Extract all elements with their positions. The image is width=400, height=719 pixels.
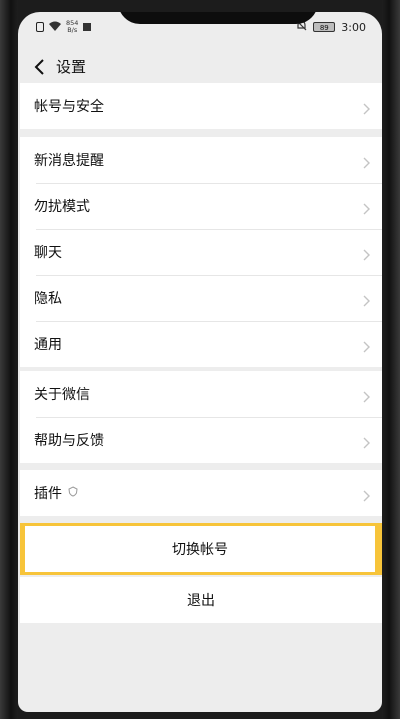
chevron-right-icon xyxy=(363,434,370,449)
chevron-right-icon xyxy=(363,292,370,307)
settings-item-about-wechat[interactable]: 关于微信 xyxy=(20,371,382,417)
chevron-right-icon xyxy=(363,487,370,502)
sim-card-icon xyxy=(36,22,44,32)
settings-item-chat[interactable]: 聊天 xyxy=(20,229,382,275)
chevron-right-icon xyxy=(363,200,370,215)
navigation-bar: 设置 xyxy=(18,52,382,82)
page-title: 设置 xyxy=(56,58,87,76)
settings-item-help-feedback[interactable]: 帮助与反馈 xyxy=(20,417,382,463)
settings-item-account-security[interactable]: 帐号与安全 xyxy=(20,83,382,129)
settings-item-new-message-alerts[interactable]: 新消息提醒 xyxy=(20,137,382,183)
back-arrow-icon[interactable] xyxy=(32,58,48,76)
network-speed-unit: B/s xyxy=(67,26,78,34)
network-speed: 854 B/s xyxy=(66,20,78,34)
settings-item-label: 关于微信 xyxy=(34,387,90,403)
chevron-right-icon xyxy=(363,100,370,115)
settings-item-label: 通用 xyxy=(34,337,62,353)
settings-group-general: 新消息提醒 勿扰模式 聊天 隐私 通用 xyxy=(20,137,382,367)
settings-item-label: 帐号与安全 xyxy=(34,99,104,115)
settings-item-privacy[interactable]: 隐私 xyxy=(20,275,382,321)
chevron-right-icon xyxy=(363,338,370,353)
chevron-right-icon xyxy=(363,246,370,261)
device-bezel-right xyxy=(382,0,400,719)
camera-notch xyxy=(118,12,318,24)
battery-icon: 89 xyxy=(313,22,336,32)
settings-item-label: 帮助与反馈 xyxy=(34,433,104,449)
wifi-icon xyxy=(49,21,61,33)
settings-item-general[interactable]: 通用 xyxy=(20,321,382,367)
shield-icon xyxy=(68,486,78,500)
settings-item-label: 聊天 xyxy=(34,245,62,261)
device-bezel-left xyxy=(0,0,18,719)
settings-group-about: 关于微信 帮助与反馈 xyxy=(20,371,382,463)
settings-item-label: 隐私 xyxy=(34,291,62,307)
settings-group-account: 帐号与安全 xyxy=(20,83,382,129)
settings-item-label: 勿扰模式 xyxy=(34,199,90,215)
chevron-right-icon xyxy=(363,388,370,403)
switch-account-highlight: 切换帐号 xyxy=(20,523,382,575)
settings-item-label: 新消息提醒 xyxy=(34,153,104,169)
switch-account-button[interactable]: 切换帐号 xyxy=(25,526,375,572)
settings-item-do-not-disturb[interactable]: 勿扰模式 xyxy=(20,183,382,229)
logout-button[interactable]: 退出 xyxy=(20,577,382,623)
notification-square-icon xyxy=(83,23,92,31)
status-time: 3:00 xyxy=(341,20,366,34)
settings-item-label: 插件 xyxy=(34,486,62,502)
settings-item-plugins[interactable]: 插件 xyxy=(20,470,382,516)
settings-group-plugins: 插件 xyxy=(20,470,382,516)
device-frame: 854 B/s 89 3:00 设置 帐号与安全 新消息提醒 勿扰模式 聊天 隐… xyxy=(0,0,400,719)
chevron-right-icon xyxy=(363,154,370,169)
phone-screen: 854 B/s 89 3:00 设置 帐号与安全 新消息提醒 勿扰模式 聊天 隐… xyxy=(18,12,382,712)
